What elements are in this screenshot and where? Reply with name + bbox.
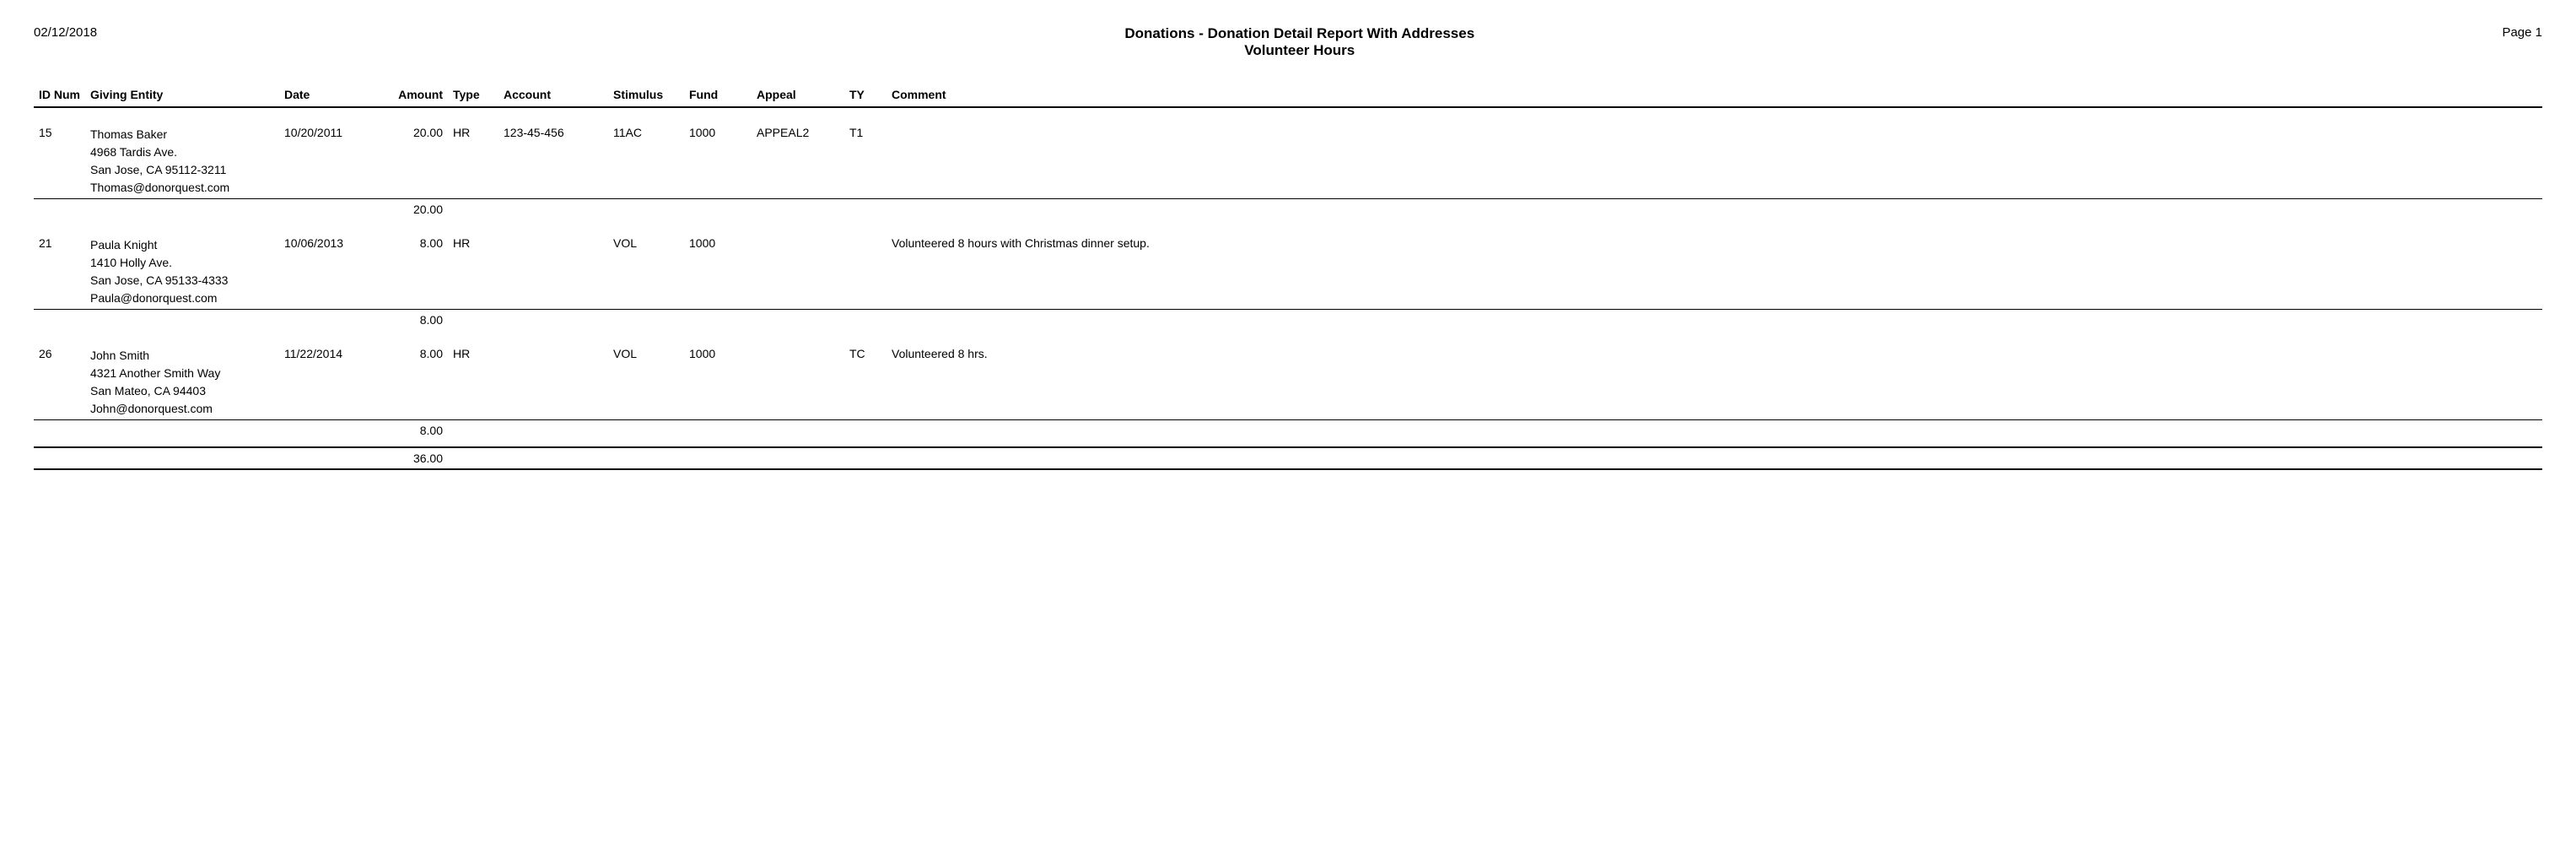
col-id-num: ID Num bbox=[34, 84, 85, 107]
cell-date: 10/20/2011 bbox=[279, 124, 372, 199]
entity-address2: San Jose, CA 95112-3211 bbox=[90, 161, 274, 179]
table-header-row: ID Num Giving Entity Date Amount Type Ac… bbox=[34, 84, 2542, 107]
subtotal-row: 20.00 bbox=[34, 199, 2542, 219]
col-amount: Amount bbox=[372, 84, 448, 107]
entity-email: Thomas@donorquest.com bbox=[90, 179, 274, 197]
entity-address1: 4321 Another Smith Way bbox=[90, 365, 274, 382]
cell-entity: Thomas Baker 4968 Tardis Ave. San Jose, … bbox=[85, 124, 279, 199]
cell-ty: T1 bbox=[844, 124, 887, 199]
cell-date: 11/22/2014 bbox=[279, 345, 372, 420]
sub-title: Volunteer Hours bbox=[97, 42, 2502, 59]
cell-appeal bbox=[752, 235, 844, 310]
cell-amount: 20.00 bbox=[372, 124, 448, 199]
cell-fund: 1000 bbox=[684, 345, 752, 420]
cell-type: HR bbox=[448, 124, 498, 199]
cell-amount: 8.00 bbox=[372, 345, 448, 420]
cell-id: 21 bbox=[34, 235, 85, 310]
cell-type: HR bbox=[448, 345, 498, 420]
cell-account bbox=[498, 345, 608, 420]
col-ty: TY bbox=[844, 84, 887, 107]
cell-appeal bbox=[752, 345, 844, 420]
entity-name: John Smith bbox=[90, 347, 274, 365]
donations-table: ID Num Giving Entity Date Amount Type Ac… bbox=[34, 84, 2542, 470]
cell-comment bbox=[887, 124, 2542, 199]
cell-type: HR bbox=[448, 235, 498, 310]
cell-ty: TC bbox=[844, 345, 887, 420]
col-account: Account bbox=[498, 84, 608, 107]
table-row: 15 Thomas Baker 4968 Tardis Ave. San Jos… bbox=[34, 124, 2542, 199]
grand-total-row: 36.00 bbox=[34, 447, 2542, 469]
cell-account bbox=[498, 235, 608, 310]
entity-address1: 4968 Tardis Ave. bbox=[90, 143, 274, 161]
entity-address2: San Mateo, CA 94403 bbox=[90, 382, 274, 400]
cell-fund: 1000 bbox=[684, 235, 752, 310]
entity-name: Paula Knight bbox=[90, 236, 274, 254]
report-title: Donations - Donation Detail Report With … bbox=[97, 25, 2502, 59]
cell-id: 26 bbox=[34, 345, 85, 420]
cell-comment: Volunteered 8 hrs. bbox=[887, 345, 2542, 420]
cell-amount: 8.00 bbox=[372, 235, 448, 310]
main-title: Donations - Donation Detail Report With … bbox=[97, 25, 2502, 42]
cell-stimulus: 11AC bbox=[608, 124, 684, 199]
entity-name: Thomas Baker bbox=[90, 126, 274, 143]
entity-email: John@donorquest.com bbox=[90, 400, 274, 418]
table-row: 21 Paula Knight 1410 Holly Ave. San Jose… bbox=[34, 235, 2542, 310]
cell-entity: Paula Knight 1410 Holly Ave. San Jose, C… bbox=[85, 235, 279, 310]
table-row: 26 John Smith 4321 Another Smith Way San… bbox=[34, 345, 2542, 420]
cell-appeal: APPEAL2 bbox=[752, 124, 844, 199]
entity-address1: 1410 Holly Ave. bbox=[90, 254, 274, 272]
cell-account: 123-45-456 bbox=[498, 124, 608, 199]
cell-fund: 1000 bbox=[684, 124, 752, 199]
cell-entity: John Smith 4321 Another Smith Way San Ma… bbox=[85, 345, 279, 420]
subtotal-row: 8.00 bbox=[34, 310, 2542, 329]
cell-id: 15 bbox=[34, 124, 85, 199]
col-appeal: Appeal bbox=[752, 84, 844, 107]
col-type: Type bbox=[448, 84, 498, 107]
col-comment: Comment bbox=[887, 84, 2542, 107]
col-giving-entity: Giving Entity bbox=[85, 84, 279, 107]
cell-stimulus: VOL bbox=[608, 235, 684, 310]
cell-stimulus: VOL bbox=[608, 345, 684, 420]
page-number: Page 1 bbox=[2502, 25, 2542, 40]
col-fund: Fund bbox=[684, 84, 752, 107]
col-date: Date bbox=[279, 84, 372, 107]
cell-date: 10/06/2013 bbox=[279, 235, 372, 310]
report-date: 02/12/2018 bbox=[34, 25, 97, 40]
entity-email: Paula@donorquest.com bbox=[90, 289, 274, 307]
cell-comment: Volunteered 8 hours with Christmas dinne… bbox=[887, 235, 2542, 310]
subtotal-row: 8.00 bbox=[34, 420, 2542, 440]
col-stimulus: Stimulus bbox=[608, 84, 684, 107]
cell-ty bbox=[844, 235, 887, 310]
entity-address2: San Jose, CA 95133-4333 bbox=[90, 272, 274, 289]
page-header: 02/12/2018 Donations - Donation Detail R… bbox=[34, 25, 2542, 59]
